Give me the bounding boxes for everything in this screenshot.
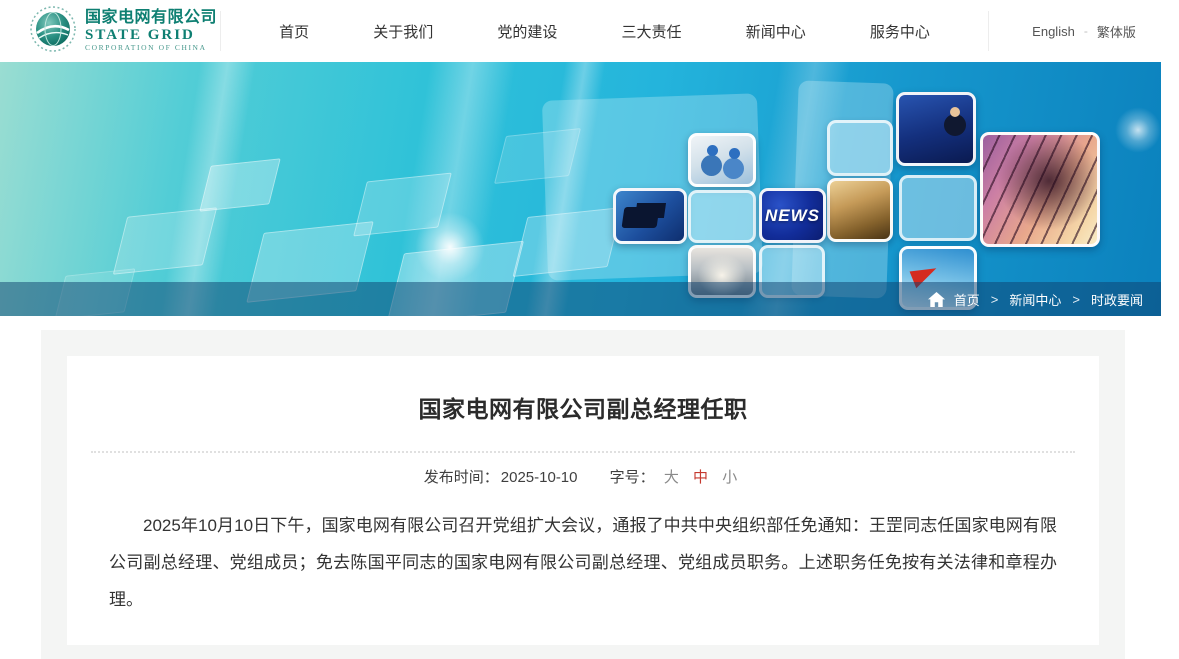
breadcrumb-separator: > [1072, 292, 1080, 307]
breadcrumb: 首页 > 新闻中心 > 时政要闻 [0, 282, 1161, 316]
banner-photo-power-lines [980, 132, 1100, 247]
breadcrumb-separator: > [991, 292, 999, 307]
publish-time-label: 发布时间： [424, 469, 499, 486]
lens-flare [415, 212, 485, 282]
nav-item-three-responsibilities[interactable]: 三大责任 [622, 21, 682, 42]
article-body: 2025年10月10日下午，国家电网有限公司召开党组扩大会议，通报了中共中央组织… [109, 507, 1057, 618]
top-navigation: 国家电网有限公司 STATE GRID CORPORATION OF CHINA… [0, 0, 1179, 62]
nav-item-home[interactable]: 首页 [279, 21, 309, 42]
nav-item-news-center[interactable]: 新闻中心 [746, 21, 806, 42]
article-card: 国家电网有限公司副总经理任职 发布时间：2025-10-10 字号： 大 中 小… [67, 356, 1099, 645]
content-section: 国家电网有限公司副总经理任职 发布时间：2025-10-10 字号： 大 中 小… [41, 330, 1125, 659]
breadcrumb-home[interactable]: 首页 [954, 290, 980, 309]
nav-item-party-building[interactable]: 党的建设 [497, 21, 557, 42]
nav-item-service-center[interactable]: 服务中心 [870, 21, 930, 42]
lens-flare [1115, 107, 1161, 153]
font-size-large-button[interactable]: 大 [664, 469, 679, 486]
banner-photo-meeting [827, 178, 893, 242]
banner-cube [113, 207, 217, 274]
banner-tile-blank [827, 120, 893, 176]
banner-tile-blank [899, 175, 977, 241]
state-grid-logo[interactable]: 国家电网有限公司 STATE GRID CORPORATION OF CHINA [0, 6, 220, 57]
font-size-small-button[interactable]: 小 [722, 469, 737, 486]
main-menu: 首页 关于我们 党的建设 三大责任 新闻中心 服务中心 [221, 21, 988, 42]
banner-cube [199, 158, 280, 211]
font-size-medium-button[interactable]: 中 [693, 469, 708, 486]
language-switcher: English - 繁体版 [989, 22, 1179, 41]
logo-wordmark: 国家电网有限公司 STATE GRID CORPORATION OF CHINA [85, 9, 217, 52]
banner-photo-camera [613, 188, 687, 244]
hero-banner: NEWS 首页 > 新闻中心 > 时政要闻 [0, 62, 1161, 316]
lang-traditional-link[interactable]: 繁体版 [1097, 22, 1136, 41]
banner-photo-tv-anchor [896, 92, 976, 166]
publish-time: 发布时间：2025-10-10 [424, 469, 582, 486]
logo-company-subtitle: CORPORATION OF CHINA [85, 44, 217, 52]
article-title: 国家电网有限公司副总经理任职 [67, 390, 1099, 424]
font-size-label: 字号： [610, 469, 655, 486]
nav-item-about[interactable]: 关于我们 [373, 21, 433, 42]
home-icon [928, 292, 945, 307]
font-size-control: 字号： 大 中 小 [610, 469, 743, 486]
logo-company-name-cn: 国家电网有限公司 [85, 9, 217, 27]
lang-english-link[interactable]: English [1032, 24, 1075, 39]
banner-tile-blank [688, 190, 756, 243]
globe-logo-icon [30, 6, 76, 57]
dotted-divider [91, 451, 1075, 453]
article-meta: 发布时间：2025-10-10 字号： 大 中 小 [67, 466, 1099, 487]
publish-date: 2025-10-10 [501, 469, 578, 486]
banner-photo-news-graphic: NEWS [759, 188, 826, 243]
breadcrumb-current-page[interactable]: 时政要闻 [1091, 290, 1143, 309]
banner-photo-workers [688, 133, 756, 187]
breadcrumb-news-center[interactable]: 新闻中心 [1009, 290, 1061, 309]
logo-company-name-en: STATE GRID [85, 27, 217, 44]
lang-separator: - [1084, 24, 1088, 38]
news-tile-label: NEWS [765, 206, 820, 226]
